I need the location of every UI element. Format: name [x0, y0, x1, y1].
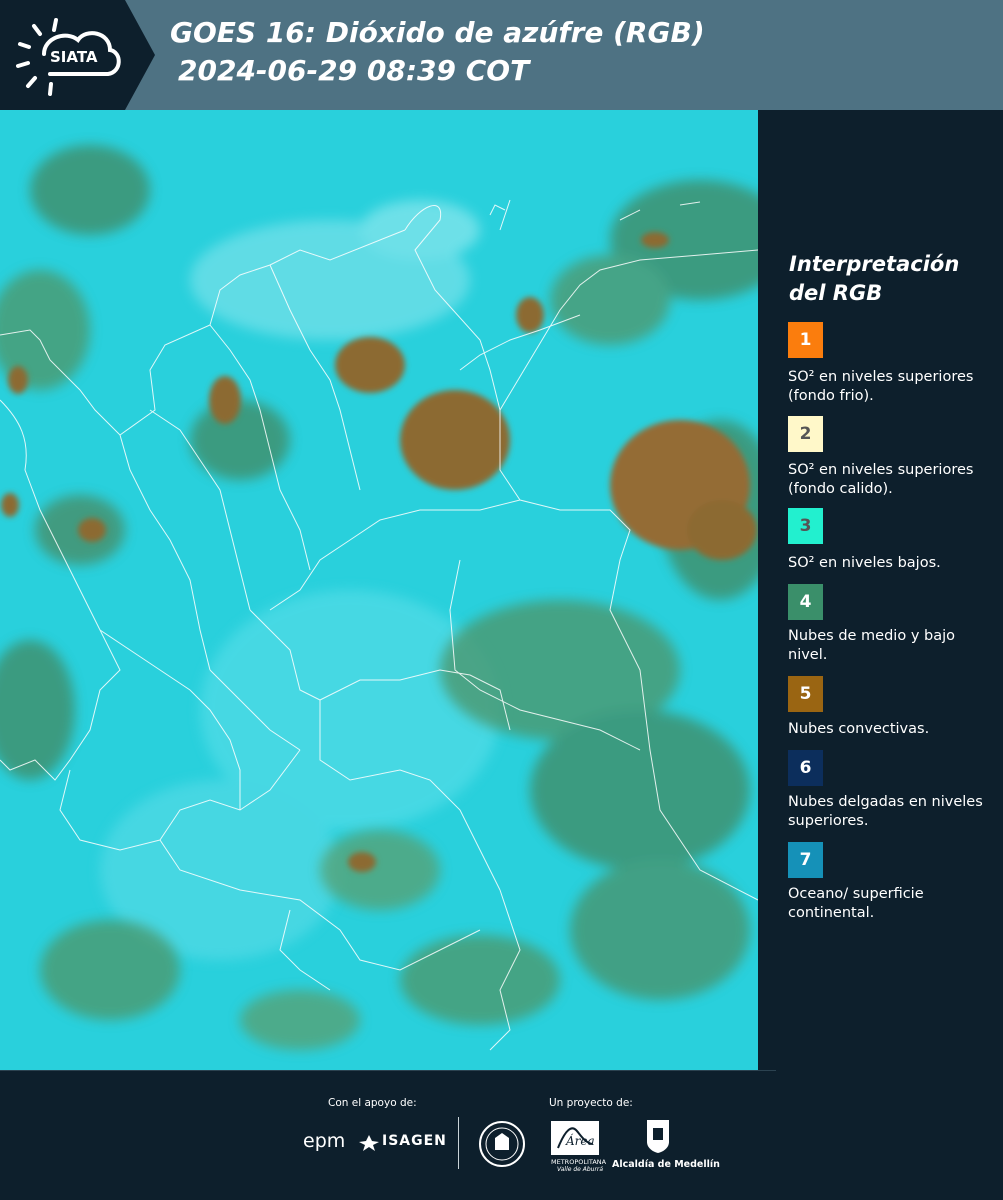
header-bar: SIATA GOES 16: Dióxido de azúfre (RGB) 2…: [0, 0, 1003, 110]
footer: Con el apoyo de: Un proyecto de: epm ISA…: [0, 1070, 1003, 1200]
legend-swatch-3: 3: [788, 508, 823, 544]
map-canvas: [0, 110, 758, 1070]
page-timestamp: 2024-06-29 08:39 COT: [178, 54, 530, 87]
satellite-map[interactable]: [0, 110, 758, 1070]
legend-swatch-6: 6: [788, 750, 823, 786]
legend-label-7: Oceano/ superficie continental.: [788, 886, 924, 921]
support-label: Con el apoyo de:: [328, 1097, 417, 1109]
legend-label-5: Nubes convectivas.: [788, 721, 930, 737]
isagen-logo-text: ISAGEN: [382, 1133, 447, 1149]
legend-title: Interpretación del RGB: [789, 252, 960, 305]
legend-swatch-7: 7: [788, 842, 823, 878]
medellin-seal-icon: [479, 1121, 525, 1167]
siata-logo-text: SIATA: [50, 48, 98, 66]
legend-label-4: Nubes de medio y bajo nivel.: [788, 628, 955, 663]
legend-swatch-5: 5: [788, 676, 823, 712]
legend-panel: Interpretación del RGB 1 SO² en niveles …: [760, 110, 1003, 1070]
logo-arrow-shape: [125, 0, 155, 110]
page-title: GOES 16: Dióxido de azúfre (RGB): [170, 16, 705, 49]
area-logo-subtitle: METROPOLITANA: [551, 1158, 607, 1166]
legend-swatch-2: 2: [788, 416, 823, 452]
epm-logo: epm: [303, 1130, 346, 1152]
alcaldia-shield-icon: [647, 1120, 669, 1153]
project-label: Un proyecto de:: [549, 1097, 633, 1109]
area-logo-subtitle2: Valle de Aburrá: [557, 1166, 604, 1173]
area-logo-text: Área: [566, 1134, 595, 1148]
siata-logo-block: SIATA: [0, 0, 125, 110]
isagen-logo-icon: [359, 1135, 379, 1151]
siata-logo-icon: SIATA: [16, 18, 121, 96]
alcaldia-logo-text: Alcaldía de Medellín: [612, 1159, 720, 1170]
legend-label-1: SO² en niveles superiores (fondo frio).: [788, 369, 974, 404]
legend-label-3: SO² en niveles bajos.: [788, 555, 941, 571]
legend-swatch-1: 1: [788, 322, 823, 358]
legend-label-6: Nubes delgadas en niveles superiores.: [788, 794, 983, 829]
footer-divider: [458, 1117, 459, 1169]
legend-swatch-4: 4: [788, 584, 823, 620]
legend-label-2: SO² en niveles superiores (fondo calido)…: [788, 462, 974, 497]
footer-top-rule: [0, 1070, 776, 1071]
